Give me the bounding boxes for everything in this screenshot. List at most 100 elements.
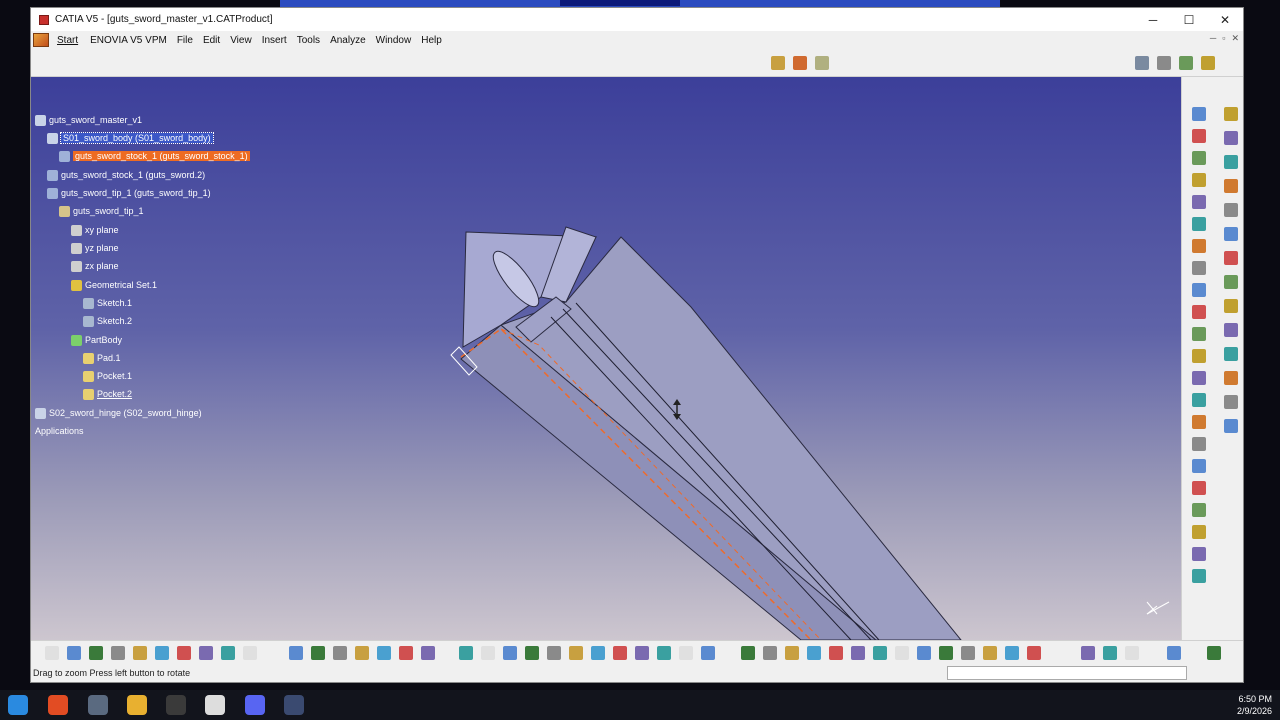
- workbench-tool-icon[interactable]: [1192, 327, 1206, 341]
- workbench-tool-icon[interactable]: [1224, 251, 1238, 265]
- toolbar-icon[interactable]: [333, 646, 347, 660]
- menu-view[interactable]: View: [230, 35, 262, 46]
- toolbar-icon[interactable]: [1125, 646, 1139, 660]
- toolbar-icon[interactable]: [983, 646, 997, 660]
- toolbar-icon[interactable]: [311, 646, 325, 660]
- workbench-tool-icon[interactable]: [1192, 129, 1206, 143]
- toolbar-icon[interactable]: [199, 646, 213, 660]
- workbench-tool-icon[interactable]: [1224, 323, 1238, 337]
- chrome-icon[interactable]: [205, 695, 225, 715]
- workbench-tool-icon[interactable]: [1192, 217, 1206, 231]
- toolbar-icon[interactable]: [67, 646, 81, 660]
- workbench-tool-icon[interactable]: [1192, 195, 1206, 209]
- snap-icon[interactable]: [1135, 56, 1149, 70]
- toolbar-icon[interactable]: [741, 646, 755, 660]
- workbench-tool-icon[interactable]: [1192, 569, 1206, 583]
- workbench-tool-icon[interactable]: [1224, 371, 1238, 385]
- minimize-button[interactable]: ─: [1135, 8, 1171, 31]
- tree-node[interactable]: Geometrical Set.1: [71, 278, 157, 292]
- menu-file[interactable]: File: [177, 35, 203, 46]
- workbench-tool-icon[interactable]: [1224, 347, 1238, 361]
- toolbar-icon[interactable]: [701, 646, 715, 660]
- toolbar-icon[interactable]: [481, 646, 495, 660]
- tree-node[interactable]: Sketch.1: [83, 296, 132, 310]
- workbench-tool-icon[interactable]: [1192, 481, 1206, 495]
- toolbar-icon[interactable]: [961, 646, 975, 660]
- workbench-tool-icon[interactable]: [1192, 371, 1206, 385]
- toolbar-icon[interactable]: [591, 646, 605, 660]
- workbench-tool-icon[interactable]: [1224, 131, 1238, 145]
- toolbar-icon[interactable]: [525, 646, 539, 660]
- windows-start-icon[interactable]: [8, 695, 28, 715]
- toolbar-icon[interactable]: [785, 646, 799, 660]
- toolbar-icon[interactable]: [851, 646, 865, 660]
- catia-icon[interactable]: [284, 695, 304, 715]
- workbench-tool-icon[interactable]: [1192, 415, 1206, 429]
- toolbar-icon[interactable]: [569, 646, 583, 660]
- tree-node[interactable]: Pad.1: [83, 351, 121, 365]
- workbench-tool-icon[interactable]: [1224, 275, 1238, 289]
- workbench-tool-icon[interactable]: [1192, 107, 1206, 121]
- workbench-tool-icon[interactable]: [1192, 503, 1206, 517]
- tree-node[interactable]: yz plane: [71, 241, 119, 255]
- tree-node[interactable]: xy plane: [71, 223, 119, 237]
- toolbar-icon[interactable]: [399, 646, 413, 660]
- product-structure-icon[interactable]: [771, 56, 785, 70]
- toolbar-icon[interactable]: [679, 646, 693, 660]
- toolbar-icon[interactable]: [89, 646, 103, 660]
- tree-node[interactable]: S02_sword_hinge (S02_sword_hinge): [35, 406, 202, 420]
- power-input-field[interactable]: [947, 666, 1187, 680]
- 3d-viewport[interactable]: guts_sword_master_v1 S01_sword_body (S01_…: [31, 77, 1181, 640]
- constraint-icon[interactable]: [1179, 56, 1193, 70]
- doc-minimize-button[interactable]: ─: [1210, 33, 1216, 44]
- doc-close-button[interactable]: ✕: [1231, 33, 1239, 44]
- workbench-tool-icon[interactable]: [1192, 547, 1206, 561]
- toolbar-icon[interactable]: [155, 646, 169, 660]
- workbench-tool-icon[interactable]: [1224, 107, 1238, 121]
- close-button[interactable]: ✕: [1207, 8, 1243, 31]
- maximize-button[interactable]: ☐: [1171, 8, 1207, 31]
- toolbar-icon[interactable]: [1167, 646, 1181, 660]
- menu-insert[interactable]: Insert: [262, 35, 297, 46]
- toolbar-icon[interactable]: [895, 646, 909, 660]
- menu-window[interactable]: Window: [376, 35, 422, 46]
- tree-node[interactable]: guts_sword_stock_1 (guts_sword_stock_1): [59, 149, 250, 163]
- toolbar-icon[interactable]: [133, 646, 147, 660]
- workbench-tool-icon[interactable]: [1192, 459, 1206, 473]
- workbench-tool-icon[interactable]: [1224, 179, 1238, 193]
- toolbar-icon[interactable]: [1207, 646, 1221, 660]
- title-bar[interactable]: CATIA V5 - [guts_sword_master_v1.CATProd…: [31, 8, 1243, 31]
- tree-node[interactable]: guts_sword_master_v1: [35, 113, 142, 127]
- workbench-tool-icon[interactable]: [1192, 393, 1206, 407]
- menu-analyze[interactable]: Analyze: [330, 35, 376, 46]
- toolbar-icon[interactable]: [459, 646, 473, 660]
- workbench-tool-icon[interactable]: [1192, 305, 1206, 319]
- toolbar-icon[interactable]: [613, 646, 627, 660]
- workbench-tool-icon[interactable]: [1192, 437, 1206, 451]
- obs-icon[interactable]: [166, 695, 186, 715]
- doc-restore-button[interactable]: ▫: [1222, 33, 1225, 44]
- workbench-tool-icon[interactable]: [1192, 283, 1206, 297]
- workbench-tool-icon[interactable]: [1224, 203, 1238, 217]
- explode-icon[interactable]: [1201, 56, 1215, 70]
- toolbar-icon[interactable]: [111, 646, 125, 660]
- tree-node[interactable]: Applications: [35, 424, 84, 438]
- toolbar-icon[interactable]: [177, 646, 191, 660]
- multi-product-icon[interactable]: [793, 56, 807, 70]
- workbench-tool-icon[interactable]: [1192, 525, 1206, 539]
- toolbar-icon[interactable]: [873, 646, 887, 660]
- brave-browser-icon[interactable]: [48, 695, 68, 715]
- workbench-tool-icon[interactable]: [1192, 349, 1206, 363]
- workbench-tool-icon[interactable]: [1192, 173, 1206, 187]
- tree-node[interactable]: Pocket.1: [83, 369, 132, 383]
- toolbar-icon[interactable]: [657, 646, 671, 660]
- workbench-tool-icon[interactable]: [1192, 239, 1206, 253]
- workbench-tool-icon[interactable]: [1224, 419, 1238, 433]
- workbench-tool-icon[interactable]: [1224, 227, 1238, 241]
- discord-icon[interactable]: [245, 695, 265, 715]
- tree-node[interactable]: Sketch.2: [83, 314, 132, 328]
- menu-tools[interactable]: Tools: [297, 35, 330, 46]
- tree-node[interactable]: PartBody: [71, 333, 122, 347]
- workbench-tool-icon[interactable]: [1224, 395, 1238, 409]
- menu-edit[interactable]: Edit: [203, 35, 230, 46]
